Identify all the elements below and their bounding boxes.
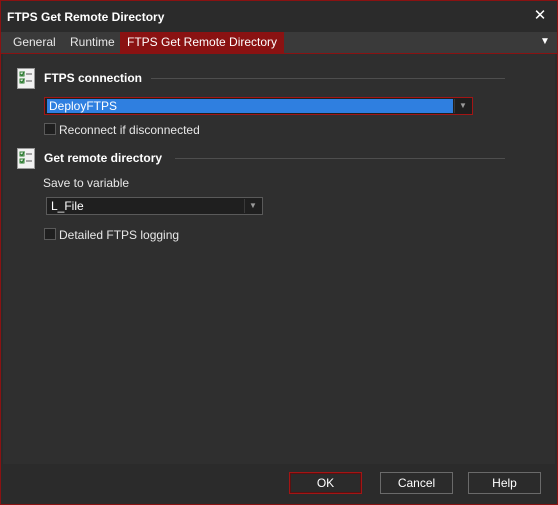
tab-runtime[interactable]: Runtime	[63, 32, 122, 53]
reconnect-label: Reconnect if disconnected	[59, 123, 200, 137]
chevron-down-icon[interactable]: ▼	[244, 199, 261, 213]
checklist-icon	[17, 148, 35, 169]
tab-bar: General Runtime FTPS Get Remote Director…	[1, 32, 557, 54]
settings-panel: FTPS connection DeployFTPS ▼ Reconnect i…	[3, 54, 555, 464]
ok-button[interactable]: OK	[289, 472, 362, 494]
section-divider	[151, 78, 505, 79]
tab-general[interactable]: General	[6, 32, 63, 53]
section-divider	[175, 158, 505, 159]
ftps-connection-value: DeployFTPS	[47, 99, 453, 113]
detailed-logging-label: Detailed FTPS logging	[59, 228, 180, 242]
save-to-variable-label: Save to variable	[43, 176, 130, 190]
close-icon[interactable]: ✕	[529, 5, 551, 27]
save-to-variable-value: L_File	[51, 199, 84, 213]
help-button[interactable]: Help	[468, 472, 541, 494]
button-bar: OK Cancel Help	[3, 465, 555, 503]
title-bar: FTPS Get Remote Directory ✕	[1, 1, 557, 32]
dialog-window: FTPS Get Remote Directory ✕ General Runt…	[0, 0, 558, 505]
chevron-down-icon[interactable]: ▼	[454, 99, 471, 113]
window-title: FTPS Get Remote Directory	[7, 10, 165, 24]
cancel-button[interactable]: Cancel	[380, 472, 453, 494]
ftps-connection-select[interactable]: DeployFTPS ▼	[44, 97, 473, 115]
tab-ftps-get-remote-directory[interactable]: FTPS Get Remote Directory	[120, 32, 285, 53]
tab-menu-icon[interactable]: ▼	[538, 35, 552, 49]
save-to-variable-select[interactable]: L_File ▼	[46, 197, 263, 215]
checklist-icon	[17, 68, 35, 89]
get-remote-directory-heading: Get remote directory	[44, 151, 163, 165]
ftps-connection-heading: FTPS connection	[44, 71, 143, 85]
reconnect-checkbox[interactable]	[44, 123, 56, 135]
detailed-logging-checkbox[interactable]	[44, 228, 56, 240]
